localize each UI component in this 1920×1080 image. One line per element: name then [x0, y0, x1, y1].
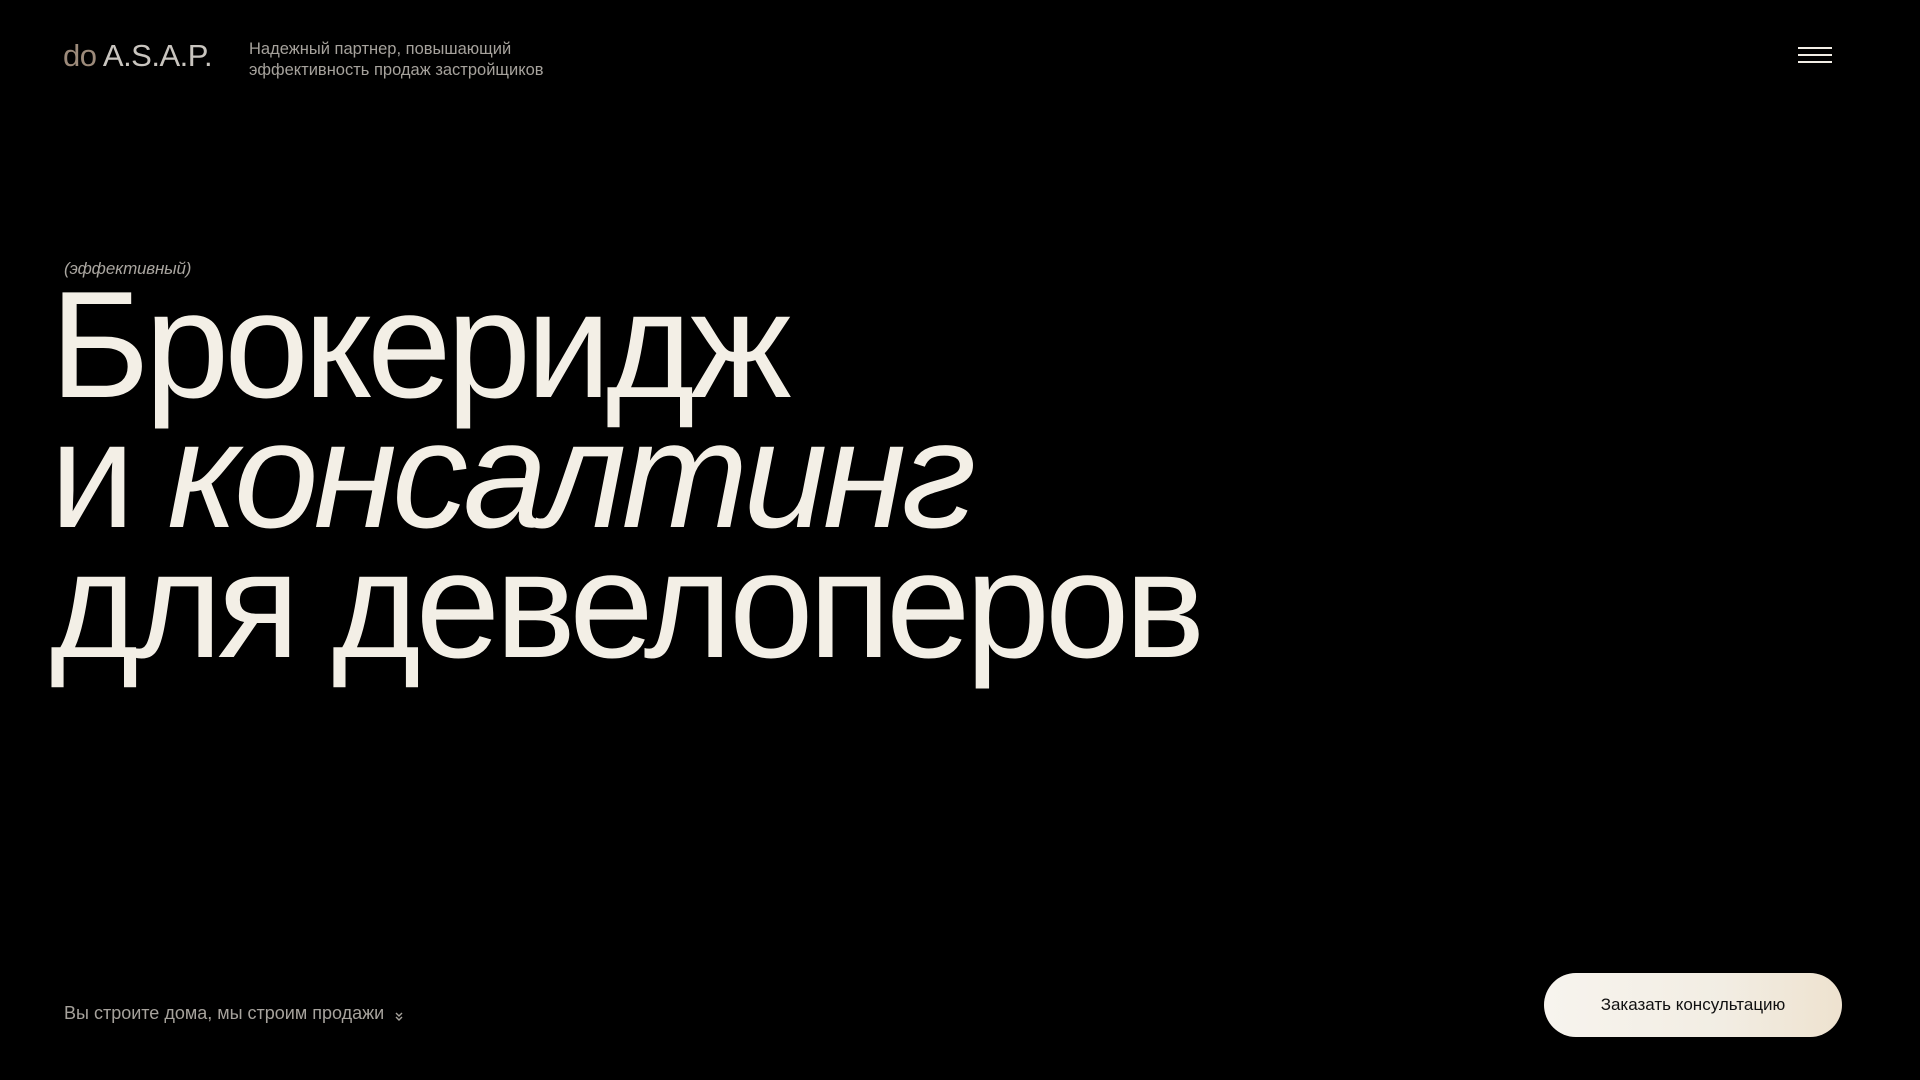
- logo-prefix: do: [63, 38, 97, 73]
- scroll-hint[interactable]: Вы строите дома, мы строим продажи: [64, 1003, 404, 1024]
- tagline: Надежный партнер, повышающий эффективнос…: [249, 39, 609, 81]
- tagline-line-1: Надежный партнер, повышающий: [249, 40, 512, 58]
- site-header: do A.S.A.P. Надежный партнер, повышающий…: [0, 0, 1920, 120]
- logo[interactable]: do A.S.A.P.: [63, 38, 213, 74]
- hero-headline: Брокеридж и консалтинг для девелоперов: [50, 269, 1205, 690]
- scroll-hint-text: Вы строите дома, мы строим продажи: [64, 1003, 385, 1023]
- hamburger-icon-bar: [1798, 61, 1832, 63]
- headline-line-3: для девелоперов: [50, 520, 1205, 690]
- hamburger-icon-bar: [1798, 54, 1832, 56]
- hamburger-icon: [1798, 47, 1832, 49]
- double-chevron-down-icon: [394, 1008, 404, 1022]
- order-consultation-button[interactable]: Заказать консультацию: [1544, 973, 1842, 1037]
- logo-main: A.S.A.P.: [102, 38, 213, 73]
- menu-button[interactable]: [1782, 40, 1832, 70]
- tagline-line-2: эффективность продаж застройщиков: [249, 61, 544, 79]
